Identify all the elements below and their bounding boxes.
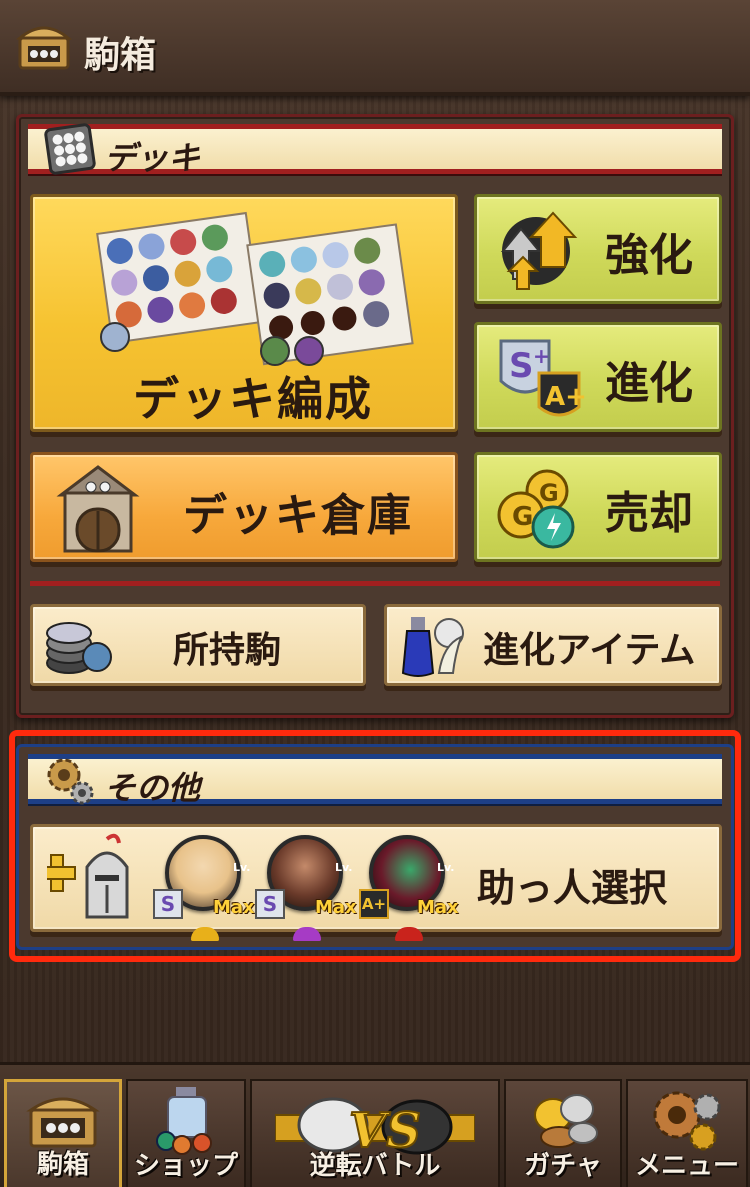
nav-label: 駒箱 xyxy=(36,1150,89,1180)
svg-text:S: S xyxy=(509,346,534,386)
deck-edit-button[interactable]: デッキ編成 xyxy=(30,194,458,432)
nav-item-shop[interactable]: ショップ xyxy=(126,1079,246,1187)
nav-item-komabako[interactable]: 駒箱 xyxy=(4,1079,122,1187)
chest-icon xyxy=(26,1097,100,1148)
sell-button[interactable]: G G 売却 xyxy=(474,452,722,562)
rank-up-icon: S + A+ xyxy=(499,339,585,417)
page-title: 駒箱 xyxy=(84,35,157,76)
nav-item-battle[interactable]: VS 逆転バトル xyxy=(250,1079,500,1187)
sell-label: 売却 xyxy=(605,488,693,539)
svg-text:+: + xyxy=(533,344,550,368)
coins-icon: G G xyxy=(497,469,575,549)
deck-warehouse-label: デッキ倉庫 xyxy=(183,490,413,541)
nav-item-gacha[interactable]: ガチャ xyxy=(504,1079,622,1187)
nav-item-menu[interactable]: メニュー xyxy=(626,1079,748,1187)
deck-boards-image xyxy=(96,211,414,366)
deck-grid-icon xyxy=(44,123,96,175)
svg-text:G: G xyxy=(539,479,559,507)
svg-text:G: G xyxy=(512,502,533,532)
enhance-label: 強化 xyxy=(605,230,693,281)
header-bar: 駒箱 xyxy=(0,0,750,96)
upgrade-arrows-icon xyxy=(500,211,578,290)
section-divider xyxy=(30,581,720,586)
owned-pieces-label: 所持駒 xyxy=(173,630,282,671)
evolve-items-label: 進化アイテム xyxy=(483,630,696,671)
bottom-nav: 駒箱 ショップ VS 逆転バトル ガチャ メニュー xyxy=(0,1062,750,1187)
deck-ribbon: デッキ xyxy=(28,123,722,177)
enhance-button[interactable]: 強化 xyxy=(474,194,722,304)
owned-pieces-button[interactable]: 所持駒 xyxy=(30,604,366,686)
nav-label: メニュー xyxy=(634,1151,739,1181)
nav-label: 逆転バトル xyxy=(309,1151,441,1181)
nav-label: ショップ xyxy=(133,1151,238,1181)
evolve-items-button[interactable]: 進化アイテム xyxy=(384,604,722,686)
evolve-button[interactable]: S + A+ 進化 xyxy=(474,322,722,432)
deck-edit-label: デッキ編成 xyxy=(133,372,373,426)
warehouse-icon xyxy=(56,465,140,553)
svg-text:A+: A+ xyxy=(545,382,585,412)
deck-warehouse-button[interactable]: デッキ倉庫 xyxy=(30,452,458,562)
deck-ribbon-label: デッキ xyxy=(104,139,201,177)
highlight-box xyxy=(9,730,741,962)
evolve-label: 進化 xyxy=(605,358,693,409)
potion-horn-icon xyxy=(401,617,464,677)
chest-icon xyxy=(15,26,73,70)
pieces-stack-icon xyxy=(46,622,112,674)
nav-label: ガチャ xyxy=(524,1151,602,1181)
